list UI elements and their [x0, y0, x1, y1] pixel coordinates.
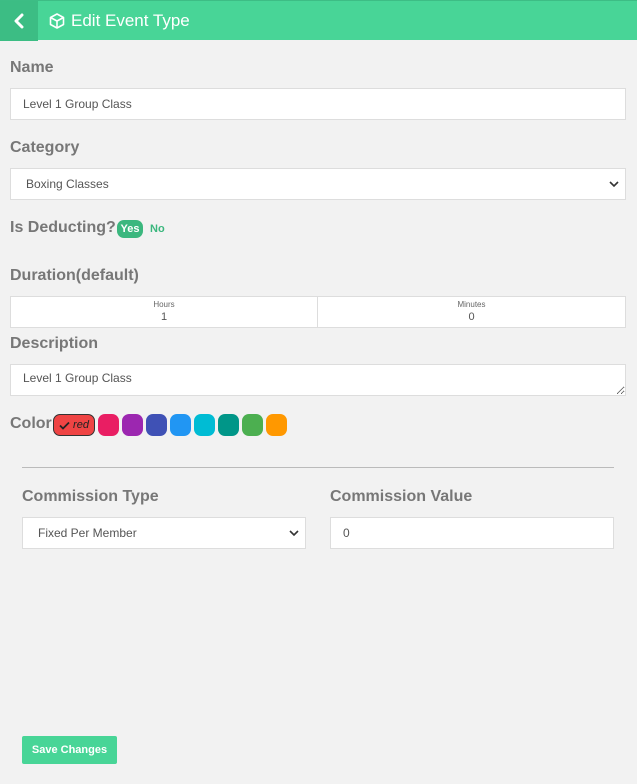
section-divider	[22, 467, 614, 468]
page-title: Edit Event Type	[71, 10, 190, 30]
hours-label: Hours	[153, 300, 175, 309]
minutes-value: 0	[468, 311, 475, 323]
color-swatch[interactable]	[122, 414, 143, 436]
category-selected-value: Boxing Classes	[26, 177, 109, 191]
color-selected-label: red	[73, 419, 89, 431]
deducting-yes-toggle[interactable]: Yes	[117, 220, 143, 238]
color-swatch[interactable]	[194, 414, 215, 436]
commission-type-selected-value: Fixed Per Member	[38, 526, 137, 540]
commission-type-label: Commission Type	[22, 488, 159, 505]
chevron-down-icon	[609, 181, 619, 188]
color-swatch[interactable]	[242, 414, 263, 436]
minutes-label: Minutes	[457, 300, 486, 309]
description-textarea[interactable]: Level 1 Group Class	[10, 364, 626, 396]
deducting-no-toggle[interactable]: No	[150, 223, 165, 235]
duration-label: Duration(default)	[10, 267, 139, 284]
color-swatch[interactable]	[98, 414, 119, 436]
header-title-group: Edit Event Type	[49, 11, 190, 31]
description-label: Description	[10, 335, 99, 352]
name-label: Name	[10, 59, 54, 76]
category-select[interactable]: Boxing Classes	[10, 168, 626, 200]
save-changes-button[interactable]: Save Changes	[22, 736, 117, 764]
cube-icon	[49, 12, 65, 29]
color-swatch[interactable]	[146, 414, 167, 436]
hours-field[interactable]: Hours 1	[10, 296, 318, 328]
chevron-left-icon	[14, 13, 24, 28]
color-swatch[interactable]	[170, 414, 191, 436]
hours-value: 1	[160, 311, 168, 323]
name-input[interactable]	[10, 88, 626, 120]
commission-value-input[interactable]	[330, 517, 614, 549]
commission-value-label: Commission Value	[330, 488, 473, 505]
back-button[interactable]	[0, 0, 38, 41]
color-swatch[interactable]	[266, 414, 287, 436]
check-icon	[59, 421, 70, 430]
minutes-field[interactable]: Minutes 0	[317, 296, 626, 328]
category-label: Category	[10, 139, 80, 156]
color-label: Color	[10, 415, 52, 432]
deducting-label: Is Deducting?	[10, 219, 116, 236]
chevron-down-icon	[289, 530, 299, 537]
color-swatch-selected[interactable]: red	[53, 414, 95, 436]
header-bar: Edit Event Type	[0, 0, 637, 41]
commission-type-select[interactable]: Fixed Per Member	[22, 517, 306, 549]
color-swatch[interactable]	[218, 414, 239, 436]
